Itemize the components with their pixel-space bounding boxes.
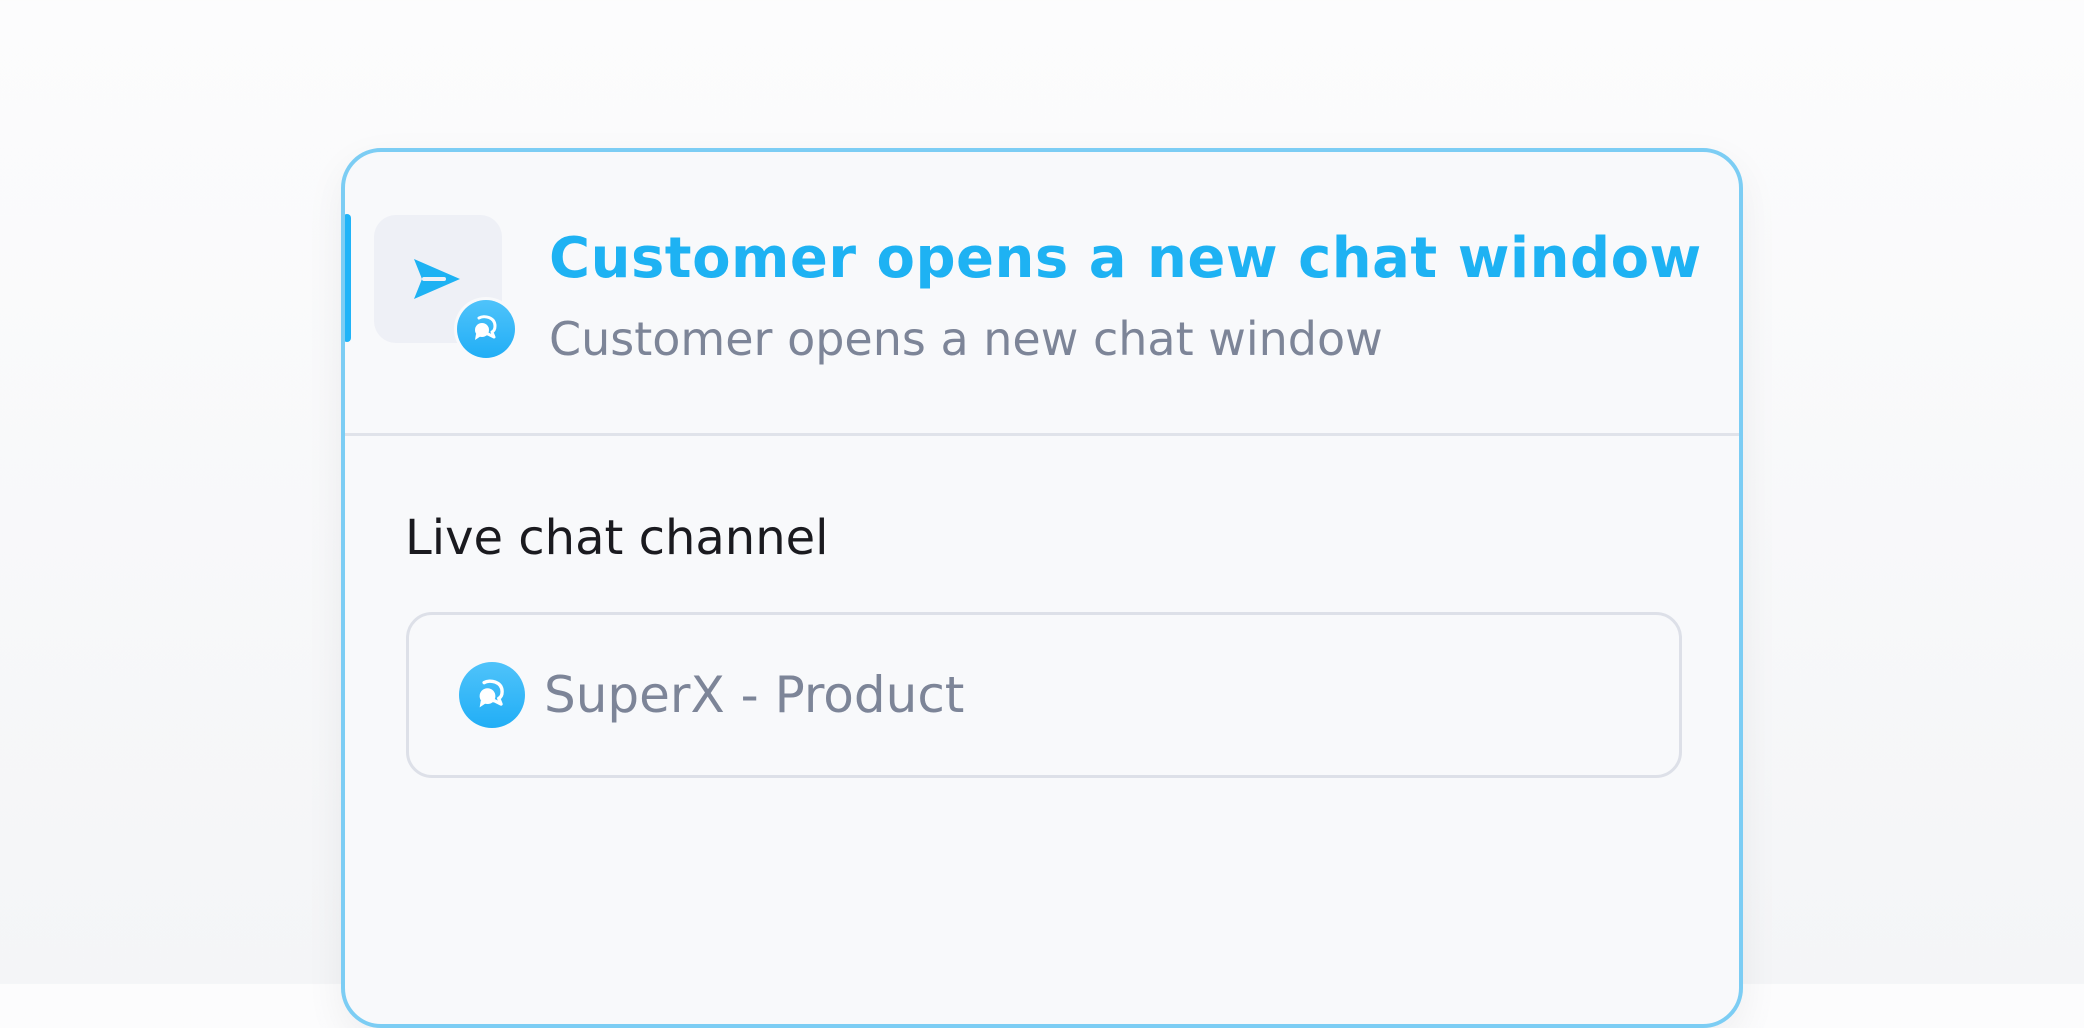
trigger-description: Customer opens a new chat window: [549, 312, 1383, 366]
channel-select-value: SuperX - Product: [544, 666, 965, 724]
channel-field-label: Live chat channel: [405, 510, 829, 566]
trigger-title: Customer opens a new chat window: [549, 226, 1702, 291]
send-icon: [414, 259, 460, 299]
chat-bubbles-icon: [457, 300, 515, 358]
trigger-card[interactable]: Customer opens a new chat window Custome…: [341, 148, 1743, 1028]
selection-indicator: [345, 214, 351, 342]
chat-bubbles-icon: [459, 662, 525, 728]
channel-select[interactable]: SuperX - Product: [406, 612, 1682, 778]
trigger-header: Customer opens a new chat window Custome…: [345, 152, 1739, 436]
